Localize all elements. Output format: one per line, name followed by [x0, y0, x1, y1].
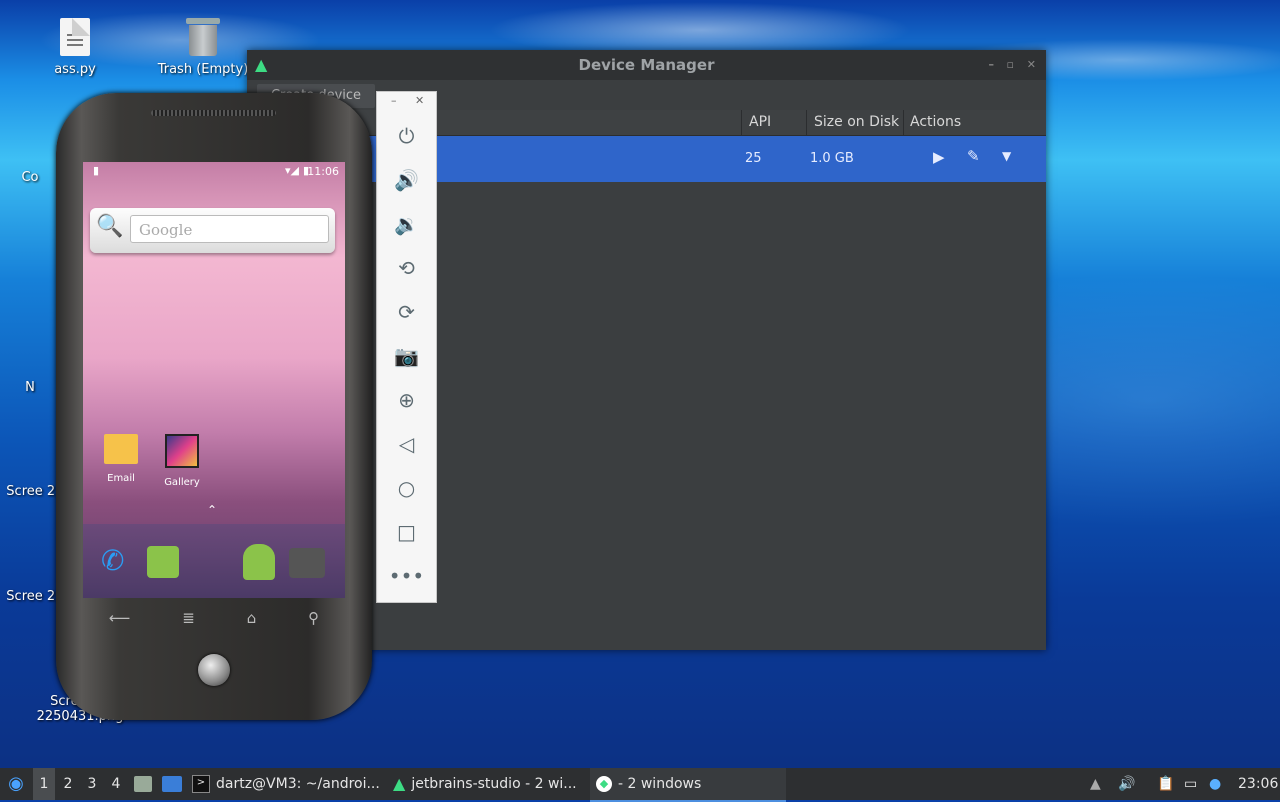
emulator-toolbar: – ✕ ⏻ 🔊 🔉 ⟲ ⟳ 📷 ⊕ ◁ ○ □ •••: [376, 91, 437, 603]
hardware-home-button[interactable]: [198, 654, 230, 686]
rotate-left-icon[interactable]: ⟲: [377, 250, 436, 286]
toolbar: Create device: [247, 80, 1046, 111]
zoom-icon[interactable]: ⊕: [377, 382, 436, 418]
home-icon[interactable]: ○: [377, 470, 436, 506]
minimize-icon[interactable]: –: [391, 94, 397, 107]
android-icon: ▲: [393, 774, 406, 793]
toolbar-header: – ✕: [377, 94, 436, 112]
gallery-icon: [165, 434, 199, 468]
overview-icon[interactable]: □: [377, 514, 436, 550]
task-label: dartz@VM3: ~/androi...: [216, 776, 380, 792]
dock: ✆: [83, 524, 345, 598]
workspace-1[interactable]: 1: [33, 768, 55, 800]
more-icon[interactable]: •••: [377, 558, 436, 594]
taskbar: ◉ 1 2 3 4 > dartz@VM3: ~/androi... ▲ jet…: [0, 768, 1280, 802]
notification-icon[interactable]: ●: [1209, 768, 1229, 800]
search-icon: 🔍: [96, 214, 124, 239]
play-icon[interactable]: ▶: [933, 148, 945, 166]
volume-icon[interactable]: 🔊: [1118, 768, 1138, 800]
clipboard-icon[interactable]: 📋: [1157, 768, 1177, 800]
status-time: 11:06: [307, 165, 339, 178]
tray-up-arrow-icon[interactable]: ▲: [1090, 768, 1110, 800]
camera-icon[interactable]: 📷: [377, 338, 436, 374]
phone-frame: ▮ ▾◢ ▮ 11:06 🔍 Google Email Gallery ⌃ ✆ …: [56, 93, 372, 720]
desktop-icon-label: Trash (Empty): [157, 62, 249, 77]
rotate-right-icon[interactable]: ⟳: [377, 294, 436, 330]
column-actions: Actions: [910, 114, 962, 130]
window-titlebar[interactable]: ▲ Device Manager – ▫ ✕: [247, 50, 1046, 80]
desktop-icon-trash[interactable]: Trash (Empty): [148, 18, 258, 77]
start-menu-icon[interactable]: ◉: [4, 768, 28, 800]
desktop-icon-n[interactable]: N: [0, 380, 60, 395]
desktop-icon-computer[interactable]: Co: [0, 170, 60, 185]
chevron-down-icon[interactable]: ▼: [1002, 149, 1011, 163]
volume-down-icon[interactable]: 🔉: [377, 206, 436, 242]
google-search-widget[interactable]: 🔍 Google: [90, 208, 335, 253]
terminal-icon: >: [192, 775, 210, 793]
search-icon[interactable]: ⚲: [308, 609, 319, 627]
show-desktop-icon[interactable]: [162, 768, 184, 800]
column-size[interactable]: Size on Disk: [814, 114, 899, 130]
workspace-4[interactable]: 4: [105, 768, 127, 800]
task-label: jetbrains-studio - 2 wi...: [411, 776, 577, 792]
android-icon: ▲: [255, 55, 268, 74]
power-icon[interactable]: ⏻: [377, 118, 436, 154]
task-studio[interactable]: ▲ jetbrains-studio - 2 wi...: [393, 768, 585, 800]
back-icon[interactable]: ⟵: [109, 609, 131, 627]
camera-app-icon[interactable]: [289, 548, 325, 578]
android-app-icon[interactable]: [243, 544, 275, 580]
column-api[interactable]: API: [749, 114, 771, 130]
task-emulator[interactable]: ◆ - 2 windows: [590, 768, 786, 802]
maximize-icon[interactable]: ▫: [1007, 50, 1014, 80]
app-drawer-chevron-icon[interactable]: ⌃: [207, 503, 217, 517]
task-terminal[interactable]: > dartz@VM3: ~/androi...: [192, 768, 386, 800]
menu-icon[interactable]: ≣: [182, 609, 195, 627]
minimize-icon[interactable]: –: [989, 50, 995, 80]
search-input[interactable]: Google: [130, 215, 329, 243]
cell-api: 25: [745, 151, 762, 166]
close-icon[interactable]: ✕: [1027, 50, 1036, 80]
workspace-2[interactable]: 2: [57, 768, 79, 800]
edit-icon[interactable]: ✎: [967, 147, 980, 165]
email-icon: [104, 434, 138, 464]
file-manager-icon[interactable]: [134, 768, 154, 800]
network-icon[interactable]: ▭: [1184, 768, 1204, 800]
window-title: Device Manager: [578, 56, 715, 74]
task-label: - 2 windows: [618, 776, 702, 792]
phone-navbar: ⟵ ≣ ⌂ ⚲: [83, 598, 345, 638]
app-label: Email: [107, 473, 135, 484]
emulator-icon: ◆: [596, 776, 612, 792]
clock[interactable]: 23:06: [1238, 768, 1278, 800]
workspace-3[interactable]: 3: [81, 768, 103, 800]
trash-icon: [186, 18, 220, 56]
status-bar: ▮ ▾◢ ▮ 11:06: [83, 162, 345, 181]
desktop-icon-label: ass.py: [54, 62, 96, 77]
app-gallery[interactable]: Gallery: [157, 434, 207, 488]
speaker-grille: [151, 110, 276, 116]
wifi-signal-icon: ▾◢: [285, 164, 299, 177]
phone-screen[interactable]: ▮ ▾◢ ▮ 11:06 🔍 Google Email Gallery ⌃ ✆: [83, 162, 345, 598]
messaging-app-icon[interactable]: [147, 546, 179, 578]
cell-size: 1.0 GB: [810, 151, 854, 166]
desktop-icon-ass-py[interactable]: ass.py: [20, 18, 130, 77]
sd-card-icon: ▮: [93, 164, 100, 177]
app-label: Gallery: [164, 477, 200, 488]
volume-up-icon[interactable]: 🔊: [377, 162, 436, 198]
phone-app-icon[interactable]: ✆: [101, 544, 124, 577]
close-icon[interactable]: ✕: [415, 94, 424, 107]
home-icon[interactable]: ⌂: [247, 609, 257, 627]
python-file-icon: [60, 18, 90, 56]
desktop-icon-label: Co: [21, 170, 39, 185]
back-icon[interactable]: ◁: [377, 426, 436, 462]
app-email[interactable]: Email: [96, 434, 146, 484]
desktop-icon-label: N: [25, 380, 35, 395]
